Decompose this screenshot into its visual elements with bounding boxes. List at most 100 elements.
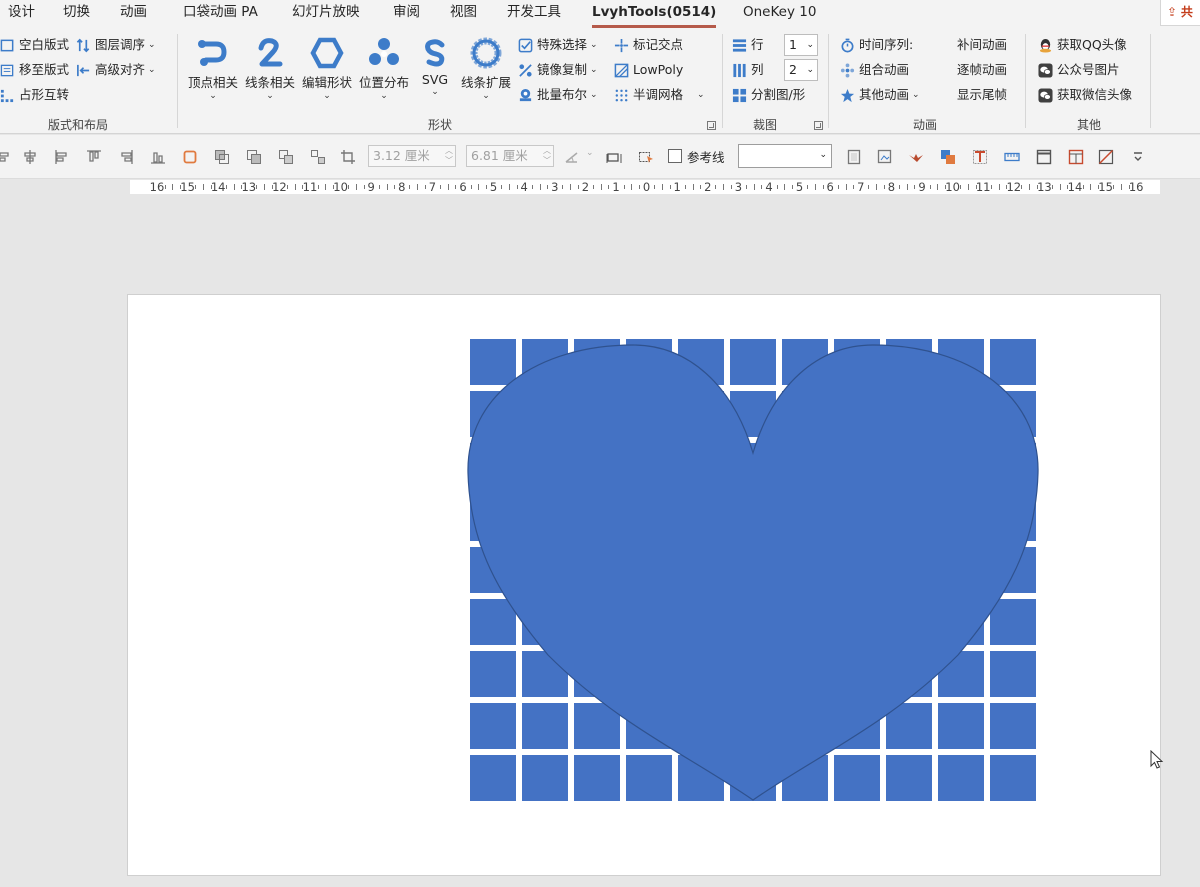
grid-square[interactable]	[938, 703, 984, 749]
align-right-icon[interactable]	[118, 149, 134, 165]
grid-square[interactable]	[730, 339, 776, 385]
grid-square[interactable]	[990, 703, 1036, 749]
shape-height-input[interactable]: 6.81 厘米 ︿ ﹀	[466, 145, 554, 167]
edit-shape-button[interactable]: 编辑形状 ⌄	[299, 34, 355, 112]
line-expand-button[interactable]: 线条扩展 ⌄	[458, 34, 514, 112]
group-objects-icon[interactable]	[278, 149, 294, 165]
show-last-frame-button[interactable]: 显示尾帧	[957, 84, 1007, 106]
picture-frame-icon[interactable]	[877, 149, 893, 165]
grid-square[interactable]	[522, 703, 568, 749]
guide-lines-select[interactable]: ⌄	[738, 144, 832, 168]
align-left-edge-icon[interactable]	[54, 149, 70, 165]
layout-frame-icon[interactable]	[1068, 149, 1084, 165]
tween-animation-button[interactable]: 补间动画	[957, 34, 1007, 56]
svg-button[interactable]: SVG ⌄	[413, 34, 457, 112]
ungroup-objects-icon[interactable]	[310, 149, 326, 165]
slide-frame-icon[interactable]	[1036, 149, 1052, 165]
chevron-down-icon[interactable]: ⌄	[586, 148, 594, 158]
tab-onekey[interactable]: OneKey 10	[743, 0, 816, 28]
text-frame-icon[interactable]	[972, 149, 988, 165]
tab-animations[interactable]: 动画	[120, 0, 147, 28]
grid-square[interactable]	[834, 755, 880, 801]
align-top-icon[interactable]	[86, 149, 102, 165]
send-backward-icon[interactable]	[246, 149, 262, 165]
grid-square[interactable]	[522, 755, 568, 801]
shape-dialog-launcher[interactable]	[707, 121, 716, 130]
tab-pocket-animation[interactable]: 口袋动画 PA	[183, 0, 258, 28]
rotate-icon[interactable]	[564, 149, 580, 165]
grid-square[interactable]	[886, 755, 932, 801]
page-frame-icon[interactable]	[846, 149, 862, 165]
layer-order-button[interactable]: 图层调序 ⌄	[76, 34, 156, 56]
halftone-grid-button[interactable]: 半调网格 ⌄	[614, 84, 705, 106]
crop-icon[interactable]	[340, 149, 356, 165]
tab-developer[interactable]: 开发工具	[507, 0, 561, 28]
crop-cols-spinner[interactable]: 2 ⌄	[784, 59, 818, 81]
position-distribute-button[interactable]: 位置分布 ⌄	[356, 34, 412, 112]
align-bottom-icon[interactable]	[150, 149, 166, 165]
frame-animation-button[interactable]: 逐帧动画	[957, 59, 1007, 81]
get-wechat-avatar-button[interactable]: 获取微信头像	[1038, 84, 1132, 106]
customize-toolbar-icon[interactable]	[1130, 149, 1146, 165]
grid-square[interactable]	[470, 651, 516, 697]
grid-square[interactable]	[990, 599, 1036, 645]
slash-box-icon[interactable]	[1098, 149, 1114, 165]
chevron-down-icon: ⌄	[482, 91, 490, 101]
grid-square[interactable]	[990, 755, 1036, 801]
mirror-copy-button[interactable]: 镜像复制 ⌄	[518, 59, 598, 81]
time-sequence-label[interactable]: 时间序列:	[840, 34, 913, 56]
tab-view[interactable]: 视图	[450, 0, 477, 28]
selection-pane-icon[interactable]	[606, 149, 622, 165]
ruler-tick	[202, 184, 204, 190]
spinner-arrows-icon[interactable]: ︿ ﹀	[445, 146, 453, 166]
group-animation-button[interactable]: 组合动画	[840, 59, 909, 81]
tab-review[interactable]: 审阅	[393, 0, 420, 28]
split-image-button[interactable]: 分割图/形	[732, 84, 805, 106]
get-qq-avatar-button[interactable]: 获取QQ头像	[1038, 34, 1127, 56]
batch-boolean-button[interactable]: 批量布尔 ⌄	[518, 84, 598, 106]
tab-slideshow[interactable]: 幻灯片放映	[292, 0, 360, 28]
grid-square[interactable]	[470, 703, 516, 749]
grid-square[interactable]	[990, 339, 1036, 385]
lowpoly-button[interactable]: LowPoly	[614, 59, 683, 81]
tab-transitions[interactable]: 切换	[63, 0, 90, 28]
advanced-align-button[interactable]: 高级对齐 ⌄	[76, 59, 156, 81]
crop-rows-spinner[interactable]: 1 ⌄	[784, 34, 818, 56]
horizontal-ruler[interactable]: 16 15 14 13 12 11 10 9 8 7 6 5 4 3 2 1 0 1 2 3 4 5 6 7 8 9 10 11 12 1…	[130, 180, 1160, 194]
grid-square[interactable]	[470, 339, 516, 385]
guide-lines-checkbox[interactable]	[668, 149, 682, 163]
guide-lines-label: 参考线	[687, 150, 725, 165]
crop-dialog-launcher[interactable]	[814, 121, 823, 130]
grid-square[interactable]	[574, 755, 620, 801]
bring-forward-icon[interactable]	[214, 149, 230, 165]
align-left-icon[interactable]	[0, 149, 12, 165]
mark-intersection-button[interactable]: 标记交点	[614, 34, 683, 56]
grid-square[interactable]	[990, 651, 1036, 697]
tab-lvyhtools[interactable]: LvyhTools(0514)	[592, 0, 717, 28]
spinner-arrows-icon[interactable]: ︿ ﹀	[543, 146, 551, 166]
align-center-icon[interactable]	[22, 149, 38, 165]
bird-icon[interactable]	[908, 149, 924, 165]
other-animation-button[interactable]: 其他动画 ⌄	[840, 84, 920, 106]
special-select-button[interactable]: 特殊选择 ⌄	[518, 34, 598, 56]
blank-layout-button[interactable]: 空白版式	[0, 34, 69, 56]
shape-outline-icon[interactable]	[182, 149, 198, 165]
vertex-tools-button[interactable]: 顶点相关 ⌄	[185, 34, 241, 112]
wechat-official-image-button[interactable]: 公众号图片	[1038, 59, 1120, 81]
move-to-layout-button[interactable]: 移至版式	[0, 59, 69, 81]
grid-square[interactable]	[470, 599, 516, 645]
wechat-icon	[1038, 62, 1053, 78]
ruler-icon[interactable]	[1004, 149, 1020, 165]
shape-width-input[interactable]: 3.12 厘米 ︿ ﹀	[368, 145, 456, 167]
placeholder-convert-button[interactable]: 占形互转	[0, 84, 69, 106]
select-cursor-icon[interactable]	[638, 149, 654, 165]
ruler-tick	[378, 185, 380, 189]
slide-canvas[interactable]	[127, 294, 1161, 876]
line-tools-button[interactable]: 线条相关 ⌄	[242, 34, 298, 112]
grid-square[interactable]	[938, 755, 984, 801]
tab-design[interactable]: 设计	[8, 0, 35, 28]
share-button[interactable]: ⇪ 共	[1160, 0, 1200, 26]
grid-square[interactable]	[626, 755, 672, 801]
fill-layer-icon[interactable]	[940, 149, 956, 165]
grid-square[interactable]	[470, 755, 516, 801]
